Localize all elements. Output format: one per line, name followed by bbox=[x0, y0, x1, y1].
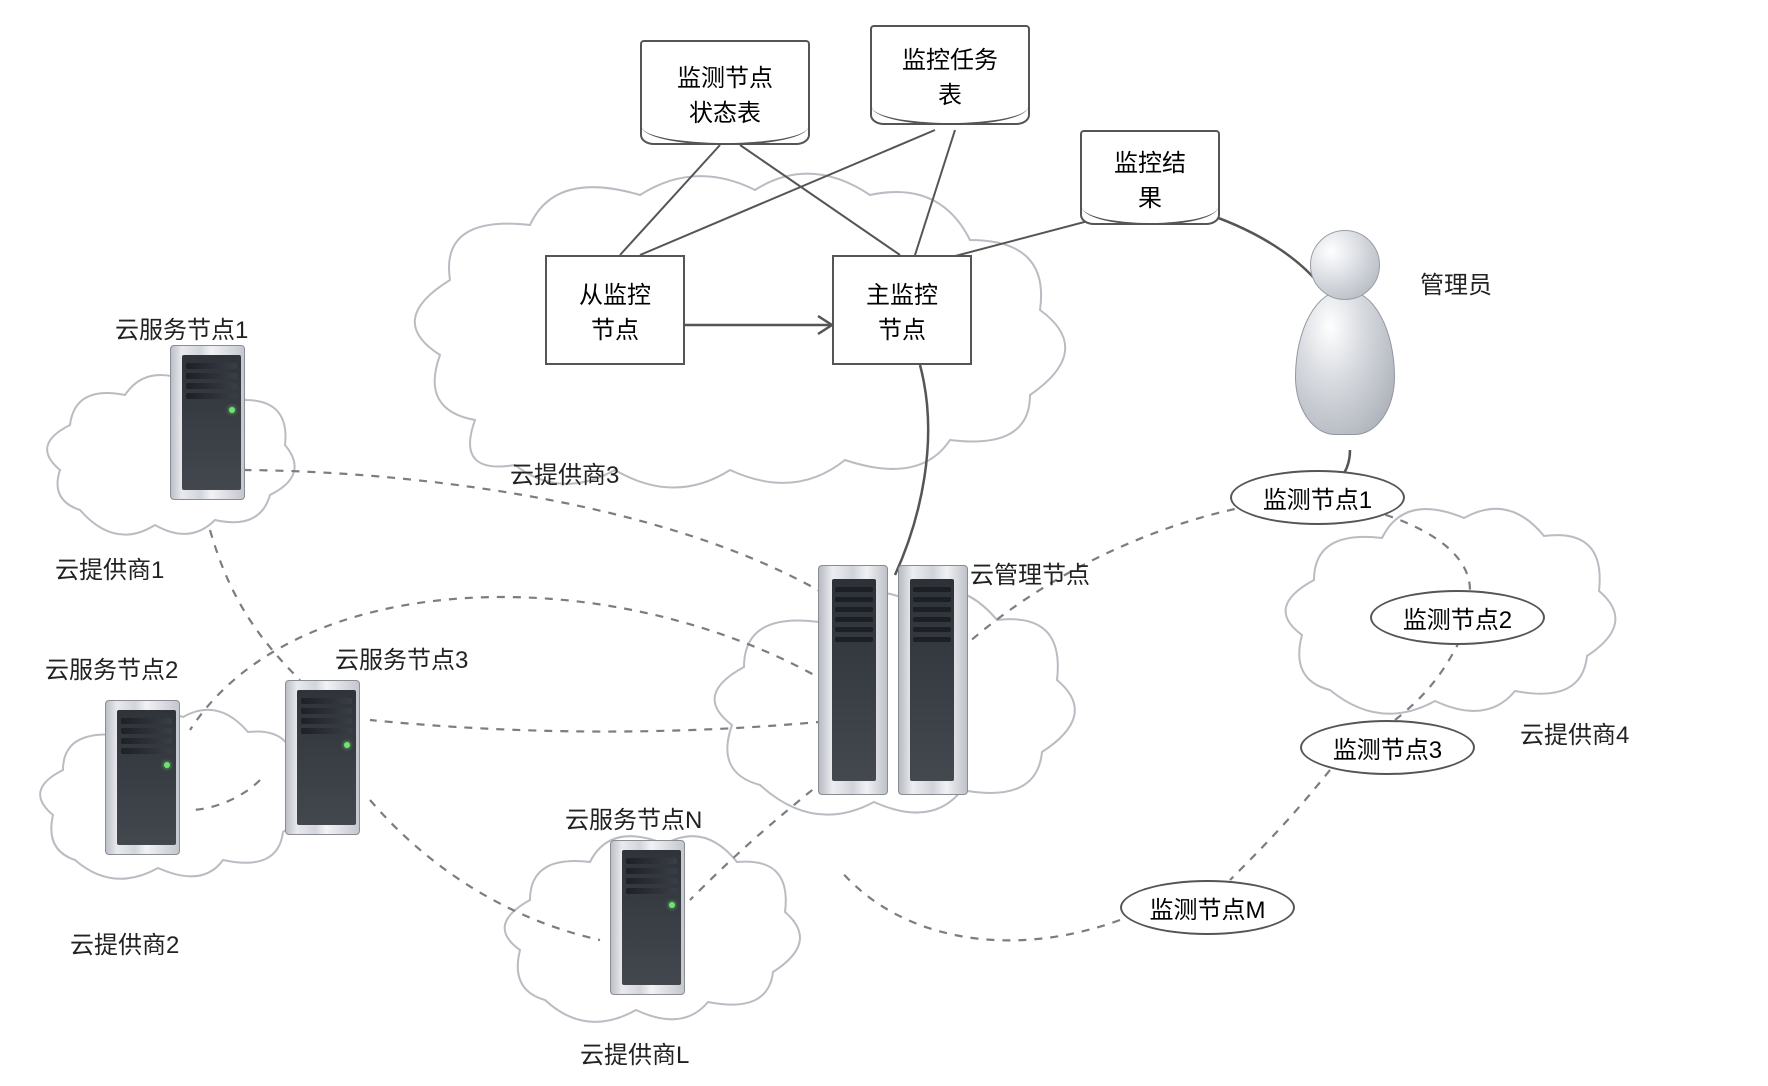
doc-monitor-result: 监控结果 bbox=[1080, 130, 1220, 225]
service-node-N-label: 云服务节点N bbox=[565, 800, 702, 835]
diagram-lines bbox=[0, 0, 1768, 1086]
doc-monitor-node-status: 监测节点状态表 bbox=[640, 40, 810, 145]
box-master-monitor: 主监控节点 bbox=[832, 255, 972, 365]
service-node-1-label: 云服务节点1 bbox=[115, 310, 248, 345]
box-slave-monitor: 从监控节点 bbox=[545, 255, 685, 365]
doc-label: 监测节点状态表 bbox=[677, 58, 773, 128]
cloud-provider-4-label: 云提供商4 bbox=[1520, 715, 1629, 750]
cloud-mgmt-node-label: 云管理节点 bbox=[970, 555, 1090, 590]
cloud-provider-L-label: 云提供商L bbox=[580, 1035, 689, 1070]
monitor-node-3: 监测节点3 bbox=[1300, 720, 1475, 775]
server-icon bbox=[160, 345, 255, 500]
service-node-2-label: 云服务节点2 bbox=[45, 650, 178, 685]
server-icon bbox=[600, 840, 695, 995]
admin-icon bbox=[1290, 230, 1400, 440]
cloud-provider-2-label: 云提供商2 bbox=[70, 925, 179, 960]
box-label: 主监控节点 bbox=[866, 275, 938, 345]
ellipse-label: 监测节点M bbox=[1150, 890, 1266, 925]
mgmt-server-icon bbox=[818, 565, 968, 795]
monitor-node-1: 监测节点1 bbox=[1230, 470, 1405, 525]
doc-monitor-task: 监控任务表 bbox=[870, 25, 1030, 125]
box-label: 从监控节点 bbox=[579, 275, 651, 345]
cloud-provider-3-label: 云提供商3 bbox=[510, 455, 619, 490]
doc-label: 监控任务表 bbox=[902, 40, 998, 110]
monitor-node-2: 监测节点2 bbox=[1370, 590, 1545, 645]
service-node-3-label: 云服务节点3 bbox=[335, 640, 468, 675]
admin-label: 管理员 bbox=[1420, 265, 1492, 300]
server-icon bbox=[275, 680, 370, 835]
monitor-node-M: 监测节点M bbox=[1120, 880, 1295, 935]
doc-label: 监控结果 bbox=[1114, 143, 1186, 213]
server-icon bbox=[95, 700, 190, 855]
ellipse-label: 监测节点1 bbox=[1263, 480, 1372, 515]
cloud-provider-1-label: 云提供商1 bbox=[55, 550, 164, 585]
ellipse-label: 监测节点2 bbox=[1403, 600, 1512, 635]
ellipse-label: 监测节点3 bbox=[1333, 730, 1442, 765]
